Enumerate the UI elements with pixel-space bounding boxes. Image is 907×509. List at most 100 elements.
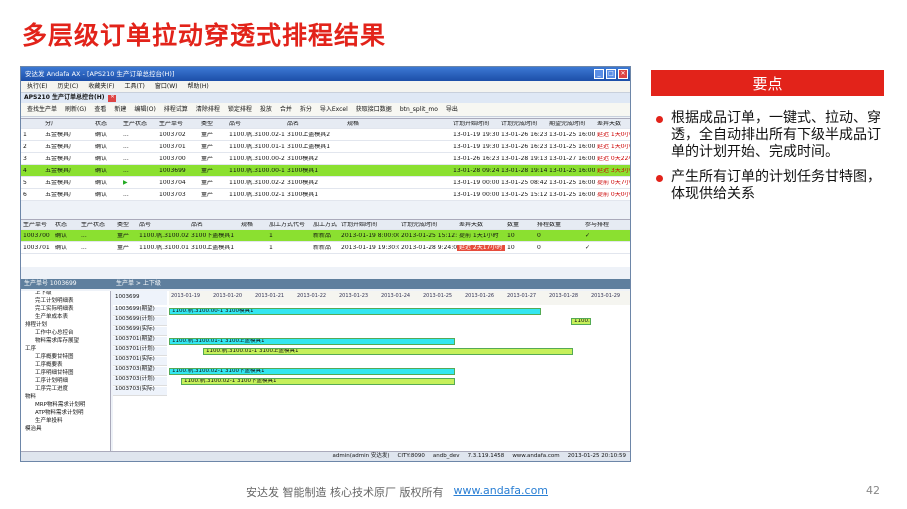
col-plan-start[interactable]: 计划开始时间 [451,121,499,127]
new-button[interactable]: 新建 [112,106,128,114]
menu-history[interactable]: 历史(C) [57,83,78,90]
table-row[interactable]: 3 五金模具厂 确认 ... 1003700 量产 1100.帆.3100.00… [21,153,630,165]
sub-grid-header: 生产单号 状态 生产状态 类型 品号 品名 规格 加工方式代号 加工方式 计划开… [21,220,630,230]
menu-favorites[interactable]: 收藏夹(F) [88,83,114,90]
cell-code: 1100.帆.3100.02-2 [229,179,285,186]
col-diff[interactable]: 差异天数 [595,121,630,127]
gantt-row-label: 1003703(计划) [113,376,167,386]
table-row[interactable]: 1 五金模具厂 确认 ... 1003702 量产 1100.帆.3100.02… [21,129,630,141]
cell-order-no: 1003701 [23,244,50,251]
col-qty[interactable]: 数量 [505,222,535,228]
col-type[interactable]: 类型 [199,121,227,127]
clear-schedule-button[interactable]: 清除排程 [194,106,222,114]
col-name[interactable]: 品名 [189,222,239,228]
table-row-selected[interactable]: 4 五金模具厂 确认 ... 1003699 量产 1100.帆.3100.00… [21,165,631,177]
status-server: CITY:8090 [397,452,425,459]
cell-plan-start: 13-01-19 19:30 [453,143,499,150]
cell-order-no: 1003704 [159,179,186,186]
col-order-no[interactable]: 生产单号 [157,121,199,127]
col-spec[interactable]: 规格 [345,121,451,127]
order-grid: 分厂 状态 生产状态 生产单号 类型 品号 品名 规格 计划开始时间 计划完成时… [21,118,631,201]
col-status[interactable]: 状态 [93,121,121,127]
cell-code: 1100.帆.3100.02-1 [229,191,285,198]
slide-title: 多层级订单拉动穿透式排程结果 [22,21,387,50]
gantt-date: 2013-01-24 [381,293,411,299]
merge-button[interactable]: 合并 [278,106,294,114]
col-participate[interactable]: 参与排程 [583,222,612,228]
col-factory[interactable]: 分厂 [43,121,93,127]
release-button[interactable]: 投放 [258,106,274,114]
maximize-icon[interactable]: □ [606,69,616,79]
col-prod-status[interactable]: 生产状态 [79,222,115,228]
cell-prod-status: ... [123,131,129,138]
cell-order-no: 1003703 [159,191,186,198]
close-icon[interactable]: ✕ [618,69,628,79]
cell-type: 量产 [201,179,214,186]
col-status[interactable]: 状态 [53,222,79,228]
cell-plan-start: 13-01-19 19:30 [453,131,499,138]
split-button[interactable]: 拆分 [298,106,314,114]
minimize-icon[interactable]: _ [594,69,604,79]
menu-window[interactable]: 窗口(W) [155,83,178,90]
edit-button[interactable]: 编辑(O) [132,106,157,114]
order-grid-header: 分厂 状态 生产状态 生产单号 类型 品号 品名 规格 计划开始时间 计划完成时… [21,119,630,129]
menu-tools[interactable]: 工具(T) [125,83,145,90]
checkbox[interactable]: ✓ [583,233,612,239]
table-row[interactable]: 5 五金模具厂 确认 ▶ 1003704 量产 1100.帆.3100.02-2… [21,177,630,189]
col-expected[interactable]: 期望完成时间 [547,121,595,127]
col-diff[interactable]: 差异天数 [457,222,505,228]
keypoints-list: 根据成品订单，一键式、拉动、穿透，全自动排出所有下级半成品订单的计划开始、完成时… [656,110,886,211]
col-method[interactable]: 加工方式 [311,222,339,228]
fetch-interface-button[interactable]: 获取接口数据 [354,106,394,114]
menu-help[interactable]: 帮助(H) [187,83,208,90]
cell-diff: 延迟 0天22小时 [597,155,630,162]
checkbox[interactable]: ✓ [583,245,612,251]
col-plan-end[interactable]: 计划完成时间 [499,121,547,127]
gantt-bar[interactable]: 1100.帆.3100.02-1 3100下盖模具1 [181,378,455,385]
cell-diff: 延迟 3天3小时 [597,167,631,174]
cell-type: 量产 [201,191,214,198]
status-bar: admin(admin 安达发) CITY:8090 andb_dev 7.3.… [21,451,630,461]
gantt-bar[interactable]: 1100. [571,318,591,325]
col-order-no[interactable]: 生产单号 [21,222,53,228]
gantt-bar[interactable]: 1100.帆.3100.00-1 3100模具1 [169,308,541,315]
table-row[interactable]: 6 五金模具厂 确认 ... 1003703 量产 1100.帆.3100.02… [21,189,630,201]
cell-sched-qty: 0 [537,232,541,239]
module-tab[interactable]: APS210 生产订单总控台(H) ✕ [21,93,630,103]
status-ip: 7.3.119.1458 [467,452,505,459]
close-tab-icon[interactable]: ✕ [108,94,117,102]
col-plan-start[interactable]: 计划开始时间 [339,222,399,228]
refresh-button[interactable]: 刷新(G) [63,106,88,114]
window-titlebar: 安达发 Andafa AX - [APS210 生产订单总控台(H)] _ □ … [21,67,630,81]
view-button[interactable]: 查看 [92,106,108,114]
list-item: 产生所有订单的计划任务甘特图，体现供给关系 [656,169,886,203]
col-sched-qty[interactable]: 排程数量 [535,222,583,228]
cell-plan-end: 13-01-26 16:23 [501,131,547,138]
col-spec[interactable]: 规格 [239,222,267,228]
find-order-button[interactable]: 查找生产单 [25,106,59,114]
status-site: www.andafa.com [512,452,560,459]
gantt-bar[interactable]: 1100.帆.3100.02-1 3100下盖模具1 [169,368,455,375]
col-type[interactable]: 类型 [115,222,137,228]
import-excel-button[interactable]: 导入Excel [318,106,350,114]
col-code[interactable]: 品号 [227,121,285,127]
lock-schedule-button[interactable]: 锁定排程 [226,106,254,114]
sub-table-row[interactable]: 1003701 确认 ... 量产 1100.帆.3100.01-1 3100上… [21,242,630,254]
schedule-trial-button[interactable]: 排程试算 [162,106,190,114]
gantt-bar[interactable]: 1100.帆.3100.01-1 3100上盖模具1 [203,348,573,355]
gantt-bar[interactable]: 1100.帆.3100.01-1 3100上盖模具1 [169,338,455,345]
tree-group[interactable]: 模治具 [21,426,110,435]
col-name[interactable]: 品名 [285,121,345,127]
col-prod-status[interactable]: 生产状态 [121,121,157,127]
gantt-date: 2013-01-25 [423,293,453,299]
menu-execute[interactable]: 执行(E) [27,83,47,90]
sub-table-row[interactable]: 1003700 确认 ... 量产 1100.帆.3100.02-1 3100下… [21,230,630,242]
col-plan-end[interactable]: 计划完成时间 [399,222,457,228]
export-button[interactable]: 导出 [444,106,460,114]
split-mo-button[interactable]: btn_split_mo [398,106,440,114]
table-row[interactable]: 2 五金模具厂 确认 ... 1003701 量产 1100.帆.3100.01… [21,141,630,153]
cell-expected: 13-01-25 16:00 [549,143,595,150]
footer-link[interactable]: www.andafa.com [454,484,549,500]
col-code[interactable]: 品号 [137,222,189,228]
col-method-code[interactable]: 加工方式代号 [267,222,311,228]
